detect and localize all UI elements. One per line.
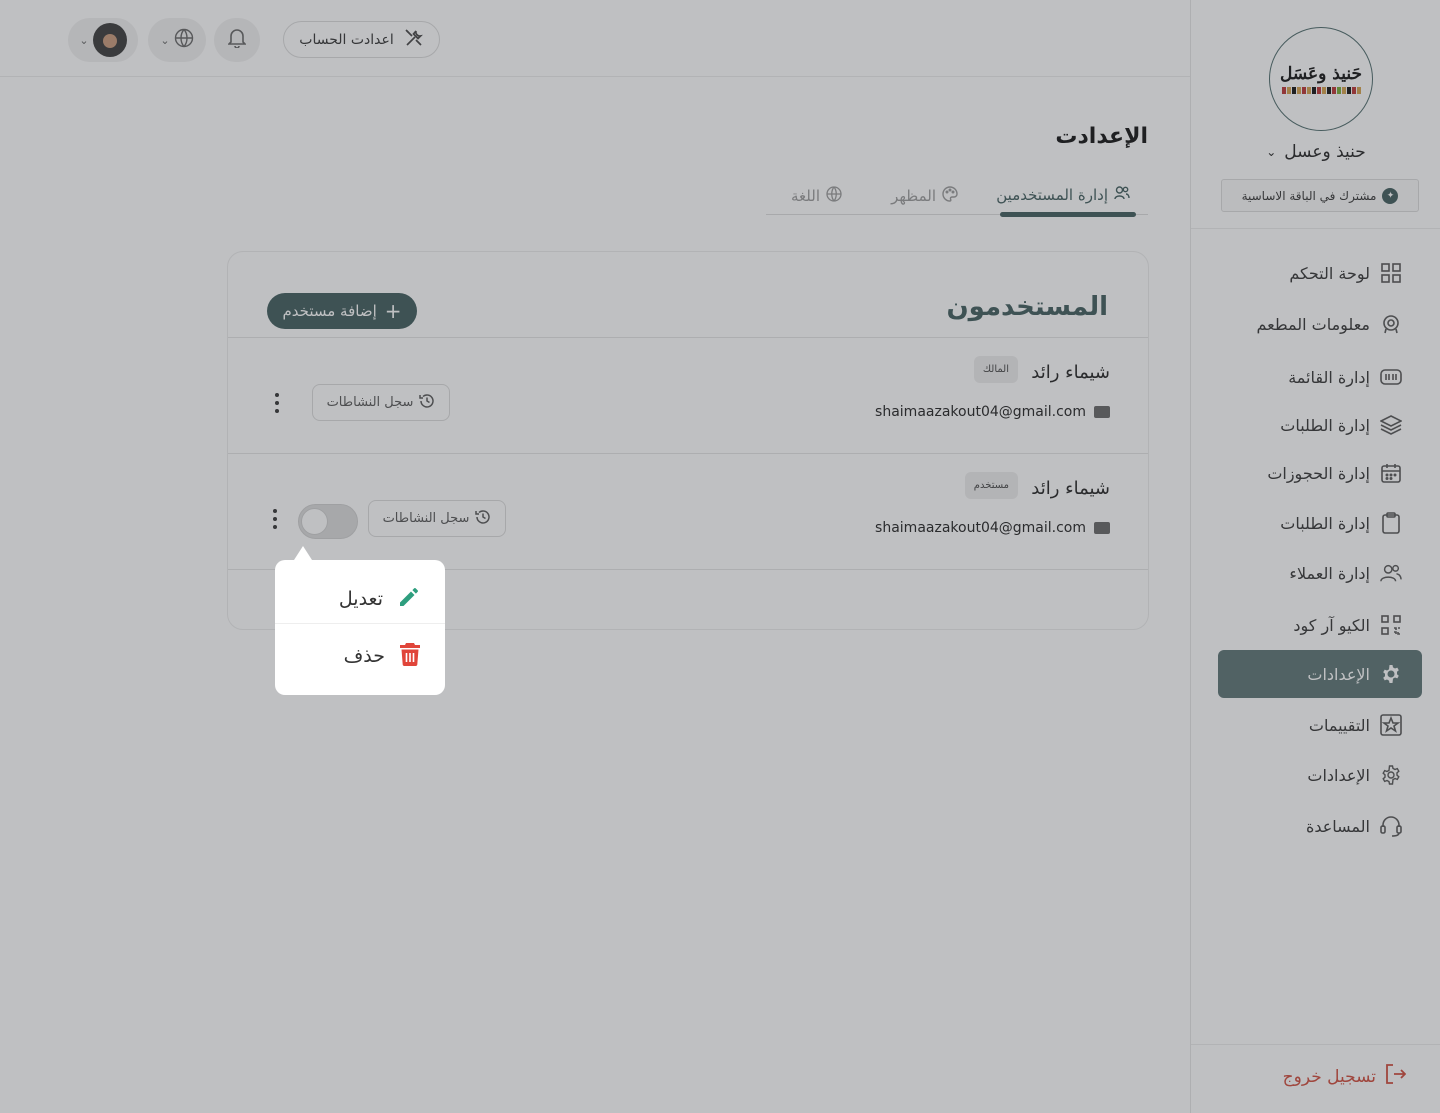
trash-icon — [399, 642, 421, 671]
pencil-icon — [397, 585, 421, 614]
edit-menu-item[interactable]: تعديل — [339, 581, 421, 617]
delete-label: حذف — [343, 645, 385, 667]
modal-backdrop[interactable] — [0, 0, 1440, 1113]
edit-label: تعديل — [338, 588, 383, 610]
delete-menu-item[interactable]: حذف — [344, 638, 421, 674]
menu-divider — [275, 623, 445, 624]
row-actions-menu: تعديل حذف — [275, 546, 445, 695]
